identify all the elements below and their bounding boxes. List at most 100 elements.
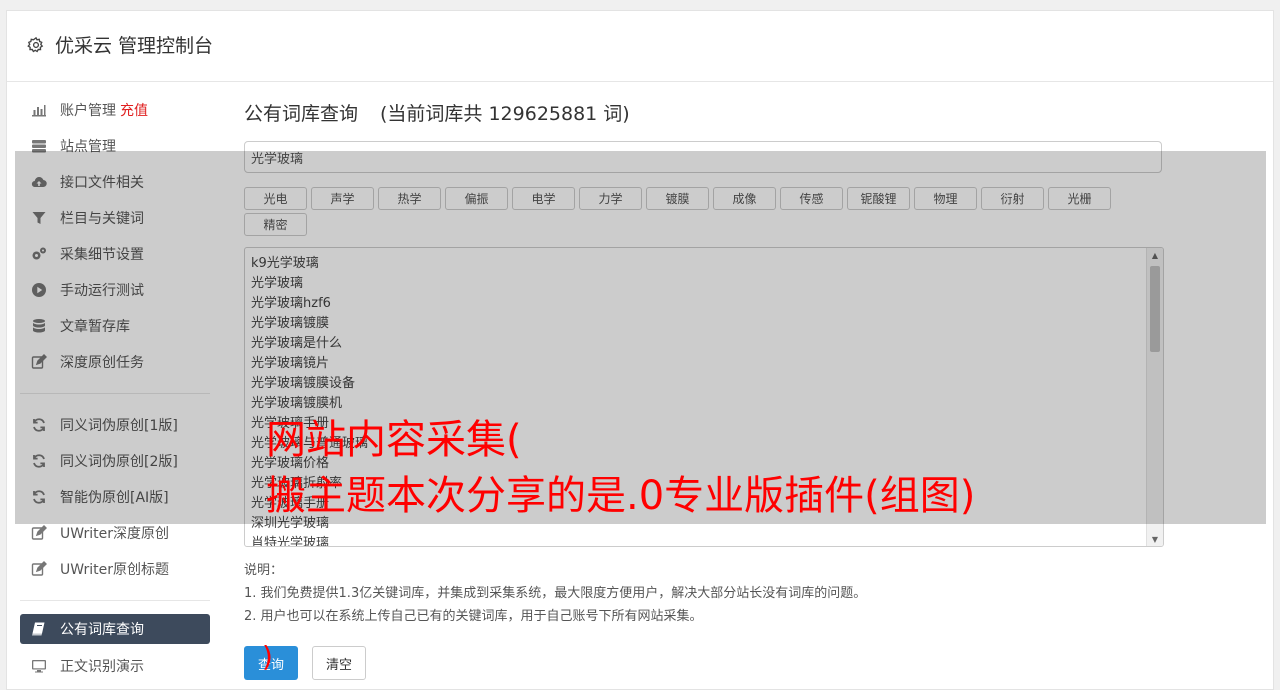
top-bar: 优采云 管理控制台 bbox=[7, 11, 1273, 82]
sidebar-item[interactable]: 同义词伪原创[1版] bbox=[20, 407, 210, 443]
sidebar-item[interactable]: 接口文件相关 bbox=[20, 164, 210, 200]
sidebar-item[interactable]: 正文识别演示 bbox=[20, 648, 210, 684]
sidebar-item-label: 文章暂存库 bbox=[60, 319, 130, 335]
page-title-text: 公有词库查询 bbox=[244, 103, 359, 125]
sidebar-item[interactable]: 手动运行测试 bbox=[20, 272, 210, 308]
edit-icon bbox=[30, 561, 48, 577]
sidebar-divider bbox=[20, 393, 210, 394]
sidebar-item[interactable]: 智能伪原创[AI版] bbox=[20, 479, 210, 515]
list-item[interactable]: 光学玻璃hzf6 bbox=[251, 294, 1157, 314]
keyword-tag[interactable]: 传感 bbox=[780, 187, 843, 210]
brand: 优采云 管理控制台 bbox=[27, 31, 213, 58]
list-item[interactable]: 光学玻璃手册 bbox=[251, 494, 1157, 514]
page-title: 公有词库查询 (当前词库共 129625881 词) bbox=[244, 100, 1164, 128]
keyword-tag[interactable]: 光电 bbox=[244, 187, 307, 210]
keyword-tag[interactable]: 衍射 bbox=[981, 187, 1044, 210]
sidebar-item-label: 站点管理 bbox=[60, 139, 116, 155]
sidebar-item-label: 正文识别演示 bbox=[60, 659, 144, 675]
gear-icon bbox=[27, 36, 44, 52]
scroll-down-arrow-icon[interactable]: ▼ bbox=[1147, 532, 1163, 546]
sidebar-item[interactable]: 栏目与关键词 bbox=[20, 200, 210, 236]
keyword-tag[interactable]: 电学 bbox=[512, 187, 575, 210]
book-icon bbox=[30, 621, 48, 637]
results-list[interactable]: k9光学玻璃 光学玻璃 光学玻璃hzf6 光学玻璃镀膜 光学玻璃是什么 光学玻璃镜片 光学玻… bbox=[244, 247, 1164, 547]
scroll-up-arrow-icon[interactable]: ▲ bbox=[1147, 248, 1163, 262]
sidebar-item-label: 同义词伪原创[2版] bbox=[60, 454, 178, 470]
sidebar-item[interactable]: 公有词库查询 bbox=[20, 614, 210, 644]
note-line-2: 2. 用户也可以在系统上传自己已有的关键词库，用于自己账号下所有网站采集。 bbox=[244, 609, 703, 624]
scrollbar-thumb[interactable] bbox=[1150, 266, 1160, 352]
monitor-icon bbox=[30, 658, 48, 674]
list-item[interactable]: 光学玻璃镜片 bbox=[251, 354, 1157, 374]
list-item[interactable]: 光学玻璃与普通玻璃 bbox=[251, 434, 1157, 454]
notes: 说明： 1. 我们免费提供1.3亿关键词库，并集成到采集系统，最大限度方便用户，… bbox=[244, 559, 1164, 628]
action-buttons: 查询 清空 bbox=[244, 646, 1164, 680]
list-item[interactable]: 深圳光学玻璃 bbox=[251, 514, 1157, 534]
sidebar-item-label: 栏目与关键词 bbox=[60, 211, 144, 227]
sidebar-item-label: 智能伪原创[AI版] bbox=[60, 490, 169, 506]
keyword-tag[interactable]: 物理 bbox=[914, 187, 977, 210]
sidebar-item-label: 采集细节设置 bbox=[60, 247, 144, 263]
clear-button[interactable]: 清空 bbox=[312, 646, 366, 680]
list-item[interactable]: 光学玻璃折射率 bbox=[251, 474, 1157, 494]
list-item[interactable]: k9光学玻璃 bbox=[251, 254, 1157, 274]
list-item[interactable]: 光学玻璃镀膜机 bbox=[251, 394, 1157, 414]
keyword-tag[interactable]: 力学 bbox=[579, 187, 642, 210]
sidebar-item[interactable]: 同义词伪原创[2版] bbox=[20, 443, 210, 479]
list-item[interactable]: 肖特光学玻璃 bbox=[251, 534, 1157, 546]
sidebar-item-label: 手动运行测试 bbox=[60, 283, 144, 299]
sidebar-item[interactable]: UWriter原创标题 bbox=[20, 551, 210, 587]
sidebar: 账户管理 充值站点管理接口文件相关 栏目与关键词 采集细节设置 手动运行测试 文章暂存库深… bbox=[20, 92, 210, 684]
keyword-tag[interactable]: 镀膜 bbox=[646, 187, 709, 210]
list-item[interactable]: 光学玻璃手册 bbox=[251, 414, 1157, 434]
sidebar-item-label: UWriter原创标题 bbox=[60, 562, 169, 578]
list-item[interactable]: 光学玻璃镀膜 bbox=[251, 314, 1157, 334]
note-line-1: 1. 我们免费提供1.3亿关键词库，并集成到采集系统，最大限度方便用户，解决大部… bbox=[244, 586, 867, 601]
results-scrollbar[interactable]: ▲ ▼ bbox=[1146, 248, 1163, 546]
app-title: 优采云 管理控制台 bbox=[55, 35, 214, 57]
sidebar-item-label: 接口文件相关 bbox=[60, 175, 144, 191]
word-count: (当前词库共 129625881 词) bbox=[380, 103, 630, 125]
keyword-tag[interactable]: 偏振 bbox=[445, 187, 508, 210]
list-item[interactable]: 光学玻璃镀膜设备 bbox=[251, 374, 1157, 394]
list-item[interactable]: 光学玻璃 bbox=[251, 274, 1157, 294]
tag-list: 光电 声学 热学 偏振 电学 力学 镀膜 成像 传感 铌酸锂 物理 衍射 光栅精密 bbox=[244, 187, 1164, 239]
main-content: 公有词库查询 (当前词库共 129625881 词) 光学玻璃 光电 声学 热学 偏振电… bbox=[244, 100, 1164, 680]
database-icon bbox=[30, 318, 48, 334]
sidebar-item[interactable]: 站点管理 bbox=[20, 128, 210, 164]
recharge-link[interactable]: 充值 bbox=[120, 100, 148, 120]
list-item[interactable]: 光学玻璃是什么 bbox=[251, 334, 1157, 354]
sidebar-item-label: 公有词库查询 bbox=[60, 622, 144, 638]
edit-icon bbox=[30, 354, 48, 370]
sidebar-item[interactable]: 深度原创任务 bbox=[20, 344, 210, 380]
bar-chart-icon bbox=[30, 102, 48, 118]
search-input-value: 光学玻璃 bbox=[251, 151, 304, 167]
list-item[interactable]: 光学玻璃价格 bbox=[251, 454, 1157, 474]
keyword-tag[interactable]: 铌酸锂 bbox=[847, 187, 910, 210]
keyword-tag[interactable]: 精密 bbox=[244, 213, 307, 236]
keyword-tag[interactable]: 热学 bbox=[378, 187, 441, 210]
gears-icon bbox=[30, 246, 48, 262]
server-icon bbox=[30, 138, 48, 154]
sidebar-item-label: 深度原创任务 bbox=[60, 355, 144, 371]
sidebar-item-label: UWriter深度原创 bbox=[60, 526, 169, 542]
play-circle-icon bbox=[30, 282, 48, 298]
keyword-tag[interactable]: 光栅 bbox=[1048, 187, 1111, 210]
sidebar-item[interactable]: 文章暂存库 bbox=[20, 308, 210, 344]
notes-title: 说明： bbox=[244, 563, 284, 578]
sidebar-item[interactable]: UWriter深度原创 bbox=[20, 515, 210, 551]
sidebar-item[interactable]: 采集细节设置 bbox=[20, 236, 210, 272]
search-input[interactable]: 光学玻璃 bbox=[244, 141, 1162, 173]
refresh-icon bbox=[30, 489, 48, 505]
keyword-tag[interactable]: 成像 bbox=[713, 187, 776, 210]
filter-icon bbox=[30, 210, 48, 226]
sidebar-item[interactable]: 账户管理 充值 bbox=[20, 92, 210, 128]
results-list-content: k9光学玻璃 光学玻璃 光学玻璃hzf6 光学玻璃镀膜 光学玻璃是什么 光学玻璃镜片 光学玻… bbox=[245, 248, 1163, 546]
edit-icon bbox=[30, 525, 48, 541]
sidebar-divider bbox=[20, 600, 210, 601]
sidebar-item-label: 同义词伪原创[1版] bbox=[60, 418, 178, 434]
query-button[interactable]: 查询 bbox=[244, 646, 298, 680]
keyword-tag[interactable]: 声学 bbox=[311, 187, 374, 210]
refresh-icon bbox=[30, 417, 48, 433]
sidebar-item-label: 账户管理 bbox=[60, 103, 116, 119]
